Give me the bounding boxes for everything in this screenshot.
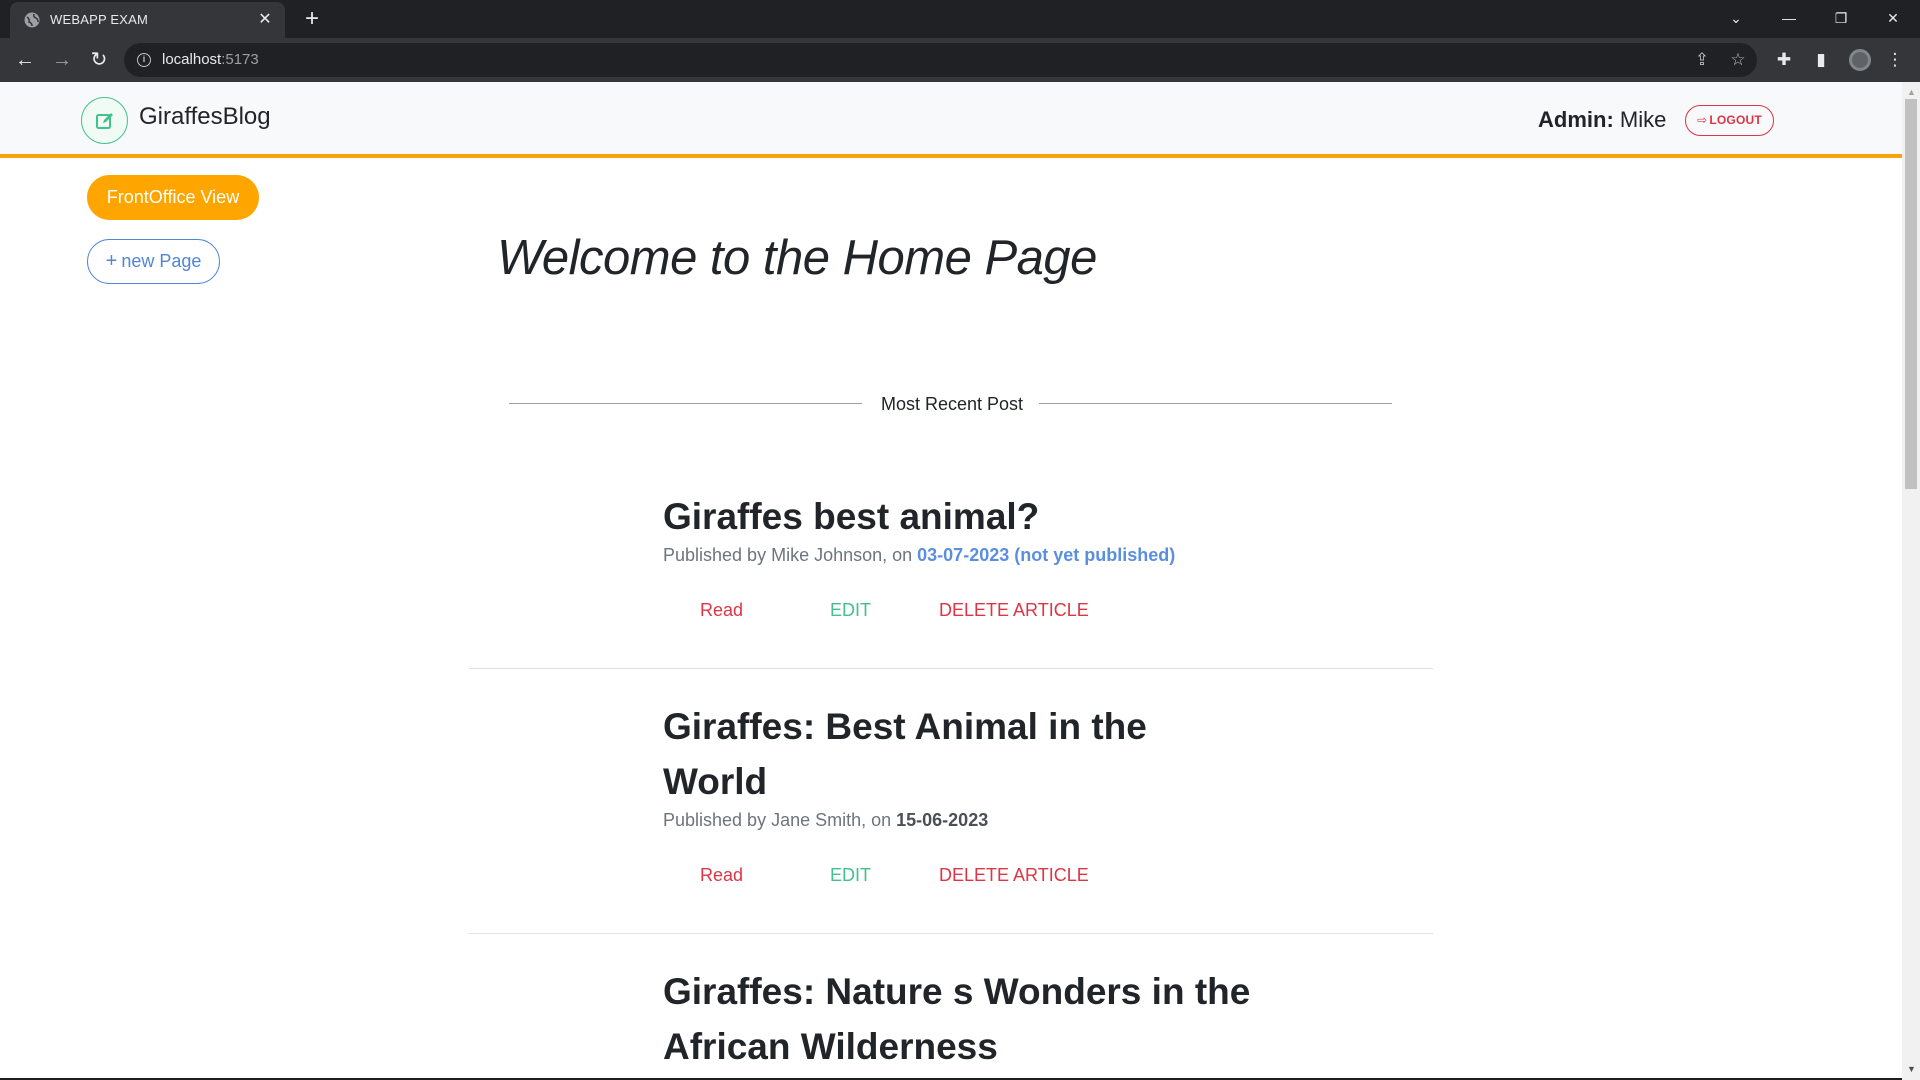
read-link[interactable]: Read bbox=[700, 865, 743, 886]
extensions-puzzle-icon[interactable]: ✚ bbox=[1773, 49, 1795, 71]
post-author: Published by Mike Johnson, on bbox=[663, 545, 918, 565]
bookmark-star-icon[interactable]: ☆ bbox=[1728, 50, 1748, 70]
section-heading: Most Recent Post bbox=[881, 394, 1024, 414]
window-close-icon[interactable]: ✕ bbox=[1870, 3, 1916, 33]
page-scrollbar[interactable]: ▲ ▼ bbox=[1902, 82, 1920, 1080]
post-separator bbox=[469, 933, 1433, 934]
delete-article-link[interactable]: DELETE ARTICLE bbox=[939, 865, 1089, 886]
delete-article-link[interactable]: DELETE ARTICLE bbox=[939, 600, 1089, 621]
url-host: localhost bbox=[162, 51, 222, 68]
browser-tab-bar: WEBAPP EXAM ✕ + ⌄ — ❐ ✕ bbox=[0, 0, 1920, 38]
logout-label: LOGOUT bbox=[1709, 113, 1762, 127]
new-tab-icon[interactable]: + bbox=[300, 7, 324, 31]
tab-close-icon[interactable]: ✕ bbox=[254, 9, 276, 31]
admin-user: Admin: Mike bbox=[1538, 107, 1666, 133]
post-date: 15-06-2023 bbox=[896, 810, 989, 830]
scroll-up-icon[interactable]: ▲ bbox=[1907, 87, 1916, 97]
browser-tab[interactable]: WEBAPP EXAM ✕ bbox=[10, 2, 285, 38]
plus-icon: + bbox=[105, 250, 118, 272]
page-viewport: GiraffesBlog Admin: Mike ⇨ LOGOUT FrontOf… bbox=[0, 82, 1920, 1080]
site-info-icon[interactable]: i bbox=[137, 53, 151, 67]
logo-edit-icon[interactable] bbox=[81, 97, 128, 144]
minimize-icon[interactable]: — bbox=[1766, 3, 1812, 33]
site-header: GiraffesBlog Admin: Mike ⇨ LOGOUT bbox=[0, 82, 1902, 158]
tab-search-chevron-icon[interactable]: ⌄ bbox=[1713, 3, 1759, 33]
divider-left bbox=[509, 403, 862, 404]
new-page-label: new Page bbox=[121, 251, 202, 271]
pencil-square-icon bbox=[96, 113, 113, 129]
admin-label: Admin: bbox=[1538, 107, 1614, 132]
post-meta: Published by Mike Johnson, on 03-07-2023… bbox=[663, 545, 1175, 566]
browser-menu-icon[interactable]: ⋮ bbox=[1884, 49, 1906, 71]
post-author: Published by Jane Smith, on bbox=[663, 810, 897, 830]
browser-toolbar: ← → ↻ i localhost:5173 ⇪ ☆ ✚ ▮ ⋮ bbox=[0, 38, 1920, 82]
post-title: Giraffes best animal? bbox=[663, 496, 1040, 537]
edit-link[interactable]: EDIT bbox=[830, 865, 871, 886]
post-separator bbox=[469, 668, 1433, 669]
divider-right bbox=[1039, 403, 1392, 404]
back-arrow-icon[interactable]: ← bbox=[12, 47, 38, 73]
address-bar[interactable]: i localhost:5173 ⇪ ☆ bbox=[124, 43, 1757, 77]
share-icon[interactable]: ⇪ bbox=[1692, 50, 1712, 70]
post-date: 03-07-2023 (not yet published) bbox=[917, 545, 1176, 565]
url-text[interactable]: localhost:5173 bbox=[162, 51, 259, 68]
restore-icon[interactable]: ❐ bbox=[1818, 3, 1864, 33]
scrollbar-thumb[interactable] bbox=[1905, 99, 1917, 489]
admin-name: Mike bbox=[1619, 107, 1667, 132]
edit-link[interactable]: EDIT bbox=[830, 600, 871, 621]
post-title: Giraffes: Nature s Wonders in the Africa… bbox=[663, 971, 1251, 1067]
logout-icon: ⇨ bbox=[1697, 113, 1708, 127]
page-title: Welcome to the Home Page bbox=[497, 231, 1097, 285]
frontoffice-view-button[interactable]: FrontOffice View bbox=[87, 175, 259, 220]
read-link[interactable]: Read bbox=[700, 600, 743, 621]
scroll-down-icon[interactable]: ▼ bbox=[1907, 1064, 1916, 1074]
url-port: :5173 bbox=[221, 51, 259, 68]
tab-title: WEBAPP EXAM bbox=[50, 12, 149, 27]
brand-name[interactable]: GiraffesBlog bbox=[139, 103, 271, 131]
logout-button[interactable]: ⇨ LOGOUT bbox=[1685, 105, 1774, 136]
post-title: Giraffes: Best Animal in the World bbox=[663, 706, 1147, 802]
globe-icon bbox=[24, 12, 40, 28]
side-panel-icon[interactable]: ▮ bbox=[1810, 49, 1832, 71]
profile-avatar-icon[interactable] bbox=[1849, 49, 1871, 71]
new-page-button[interactable]: + new Page bbox=[87, 239, 220, 284]
reload-icon[interactable]: ↻ bbox=[86, 47, 112, 73]
post-meta: Published by Jane Smith, on 15-06-2023 bbox=[663, 810, 988, 831]
forward-arrow-icon[interactable]: → bbox=[49, 47, 75, 73]
